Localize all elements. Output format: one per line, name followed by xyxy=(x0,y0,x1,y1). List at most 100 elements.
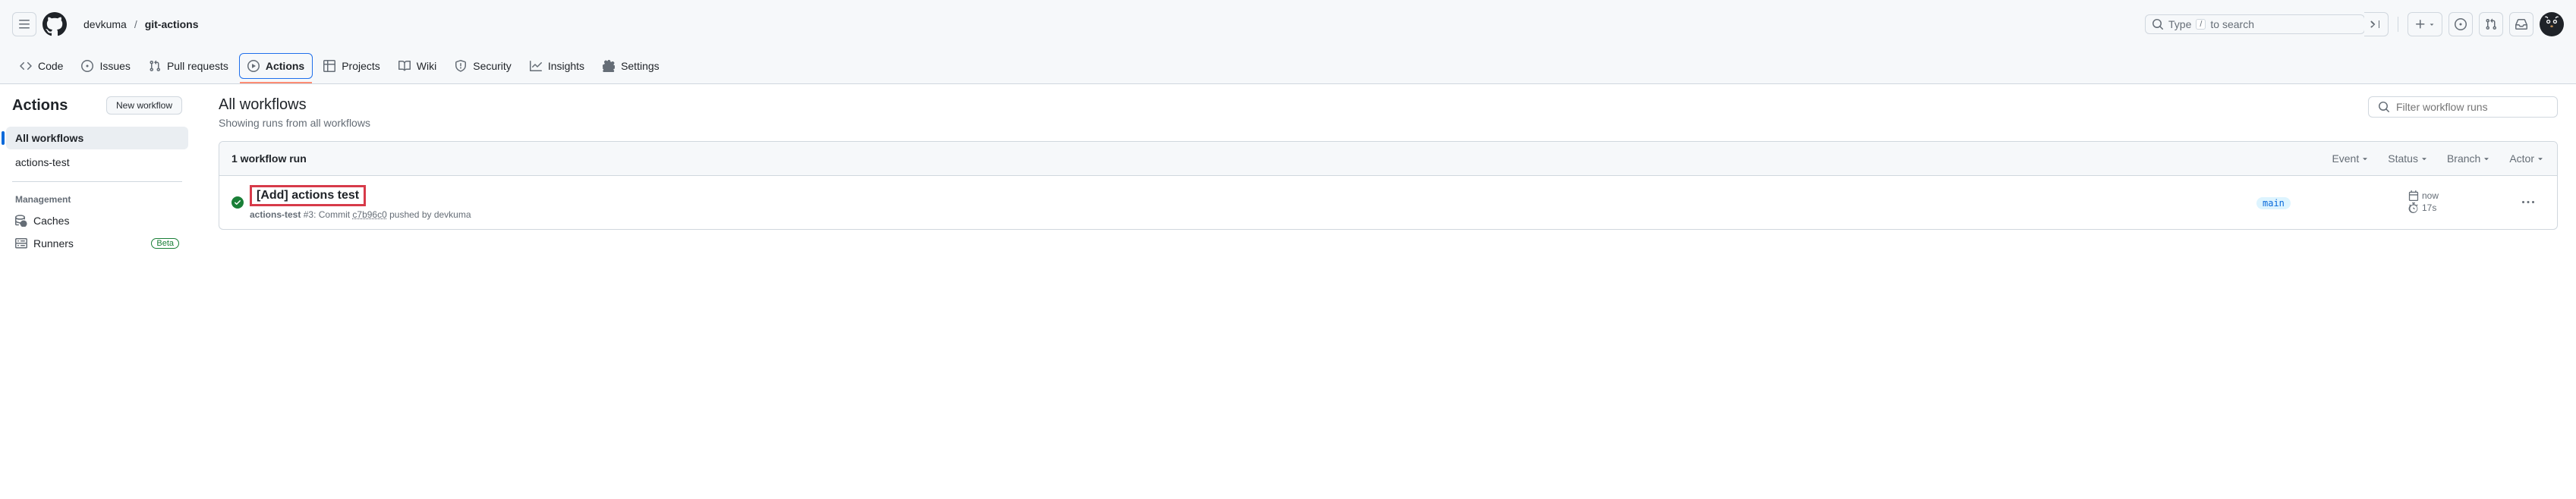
triangle-down-icon xyxy=(2428,20,2436,28)
run-meta-end: pushed by devkuma xyxy=(387,209,471,220)
gear-icon xyxy=(603,60,615,72)
filter-actor-label: Actor xyxy=(2509,152,2534,165)
run-commit-link[interactable]: c7b96c0 xyxy=(352,209,386,220)
sidebar-item-workflow[interactable]: actions-test xyxy=(6,151,188,174)
command-palette-icon xyxy=(2370,18,2382,30)
run-meta: actions-test #3: Commit c7b96c0 pushed b… xyxy=(250,209,2256,220)
run-workflow-name[interactable]: actions-test xyxy=(250,209,301,220)
sidebar-title: Actions xyxy=(12,97,68,115)
page-title: All workflows xyxy=(219,96,370,114)
beta-badge: Beta xyxy=(151,238,179,249)
filter-status-label: Status xyxy=(2388,152,2418,165)
breadcrumb-repo[interactable]: git-actions xyxy=(140,15,203,33)
issues-tray-button[interactable] xyxy=(2448,12,2473,36)
nav-pull-requests-label: Pull requests xyxy=(167,60,228,72)
content: All workflows Showing runs from all work… xyxy=(194,84,2576,267)
sidebar-caches-label: Caches xyxy=(33,215,69,227)
filter-event-label: Event xyxy=(2332,152,2359,165)
play-icon xyxy=(247,60,260,72)
git-pull-request-icon xyxy=(149,60,161,72)
hamburger-menu-button[interactable] xyxy=(12,12,36,36)
sidebar-item-caches[interactable]: Caches xyxy=(6,209,188,232)
code-icon xyxy=(20,60,32,72)
sidebar-item-runners[interactable]: Runners Beta xyxy=(6,232,188,255)
run-number: #3 xyxy=(304,209,313,220)
breadcrumb: devkuma / git-actions xyxy=(79,15,203,33)
nav-insights[interactable]: Insights xyxy=(522,54,592,78)
triangle-down-icon xyxy=(2420,154,2429,163)
search-placeholder-pre: Type xyxy=(2168,18,2191,30)
nav-actions-label: Actions xyxy=(266,60,304,72)
run-title[interactable]: [Add] actions test xyxy=(257,189,359,202)
new-workflow-button[interactable]: New workflow xyxy=(106,96,182,115)
filter-status[interactable]: Status xyxy=(2388,152,2429,165)
graph-icon xyxy=(530,60,542,72)
kebab-horizontal-icon xyxy=(2522,196,2534,209)
pull-requests-tray-button[interactable] xyxy=(2479,12,2503,36)
nav-insights-label: Insights xyxy=(548,60,584,72)
nav-code-label: Code xyxy=(38,60,63,72)
filter-input-field[interactable] xyxy=(2396,101,2548,113)
nav-projects[interactable]: Projects xyxy=(316,54,388,78)
nav-issues[interactable]: Issues xyxy=(74,54,137,78)
filter-workflow-runs-input[interactable] xyxy=(2368,96,2558,118)
sidebar-item-label: actions-test xyxy=(15,156,70,168)
add-button[interactable] xyxy=(2408,12,2442,36)
nav-wiki-label: Wiki xyxy=(417,60,436,72)
search-kbd: / xyxy=(2196,19,2206,30)
search-icon xyxy=(2378,101,2390,113)
page-subtitle: Showing runs from all workflows xyxy=(219,117,370,129)
triangle-down-icon xyxy=(2482,154,2491,163)
run-timestamp: now xyxy=(2422,190,2439,201)
nav-wiki[interactable]: Wiki xyxy=(391,54,444,78)
run-branch-badge[interactable]: main xyxy=(2256,197,2291,209)
sidebar-runners-label: Runners xyxy=(33,237,74,250)
nav-code[interactable]: Code xyxy=(12,54,71,78)
sidebar-divider xyxy=(12,181,182,182)
issue-dot-icon xyxy=(2455,18,2467,30)
run-meta-mid: : Commit xyxy=(313,209,352,220)
run-kebab-menu[interactable] xyxy=(2522,196,2545,209)
nav-settings-label: Settings xyxy=(621,60,660,72)
inbox-button[interactable] xyxy=(2509,12,2533,36)
filter-branch-label: Branch xyxy=(2447,152,2480,165)
breadcrumb-separator: / xyxy=(134,18,137,30)
triangle-down-icon xyxy=(2536,154,2545,163)
avatar[interactable] xyxy=(2540,12,2564,36)
issue-opened-icon xyxy=(81,60,93,72)
book-icon xyxy=(398,60,411,72)
nav-projects-label: Projects xyxy=(342,60,380,72)
nav-settings[interactable]: Settings xyxy=(595,54,667,78)
shield-icon xyxy=(455,60,467,72)
git-pull-request-icon xyxy=(2485,18,2497,30)
nav-actions[interactable]: Actions xyxy=(239,53,313,79)
breadcrumb-owner[interactable]: devkuma xyxy=(79,15,131,33)
inbox-icon xyxy=(2515,18,2527,30)
nav-security[interactable]: Security xyxy=(447,54,519,78)
nav-pull-requests[interactable]: Pull requests xyxy=(141,54,236,78)
sidebar: Actions New workflow All workflows actio… xyxy=(0,84,194,267)
workflow-run-count: 1 workflow run xyxy=(231,152,307,165)
command-palette-button[interactable] xyxy=(2364,12,2389,36)
search-icon xyxy=(2152,18,2164,30)
highlight-annotation: [Add] actions test xyxy=(250,185,366,206)
run-duration: 17s xyxy=(2422,202,2436,213)
stopwatch-icon xyxy=(2408,202,2419,213)
github-logo-icon xyxy=(43,12,67,36)
avatar-placeholder-icon xyxy=(2541,14,2562,35)
filter-branch[interactable]: Branch xyxy=(2447,152,2491,165)
github-logo-link[interactable] xyxy=(43,12,67,36)
search-input[interactable]: Type / to search xyxy=(2145,14,2365,34)
workflow-run-row[interactable]: [Add] actions test actions-test #3: Comm… xyxy=(219,176,2557,229)
sidebar-management-label: Management xyxy=(6,190,188,209)
sidebar-item-all-workflows[interactable]: All workflows xyxy=(6,127,188,149)
filter-actor[interactable]: Actor xyxy=(2509,152,2545,165)
table-icon xyxy=(323,60,335,72)
triangle-down-icon xyxy=(2360,154,2370,163)
nav-issues-label: Issues xyxy=(99,60,130,72)
filter-event[interactable]: Event xyxy=(2332,152,2370,165)
cache-icon xyxy=(15,215,27,227)
repo-nav: Code Issues Pull requests Actions Projec… xyxy=(0,49,2576,84)
sidebar-item-label: All workflows xyxy=(15,132,83,144)
nav-security-label: Security xyxy=(473,60,512,72)
